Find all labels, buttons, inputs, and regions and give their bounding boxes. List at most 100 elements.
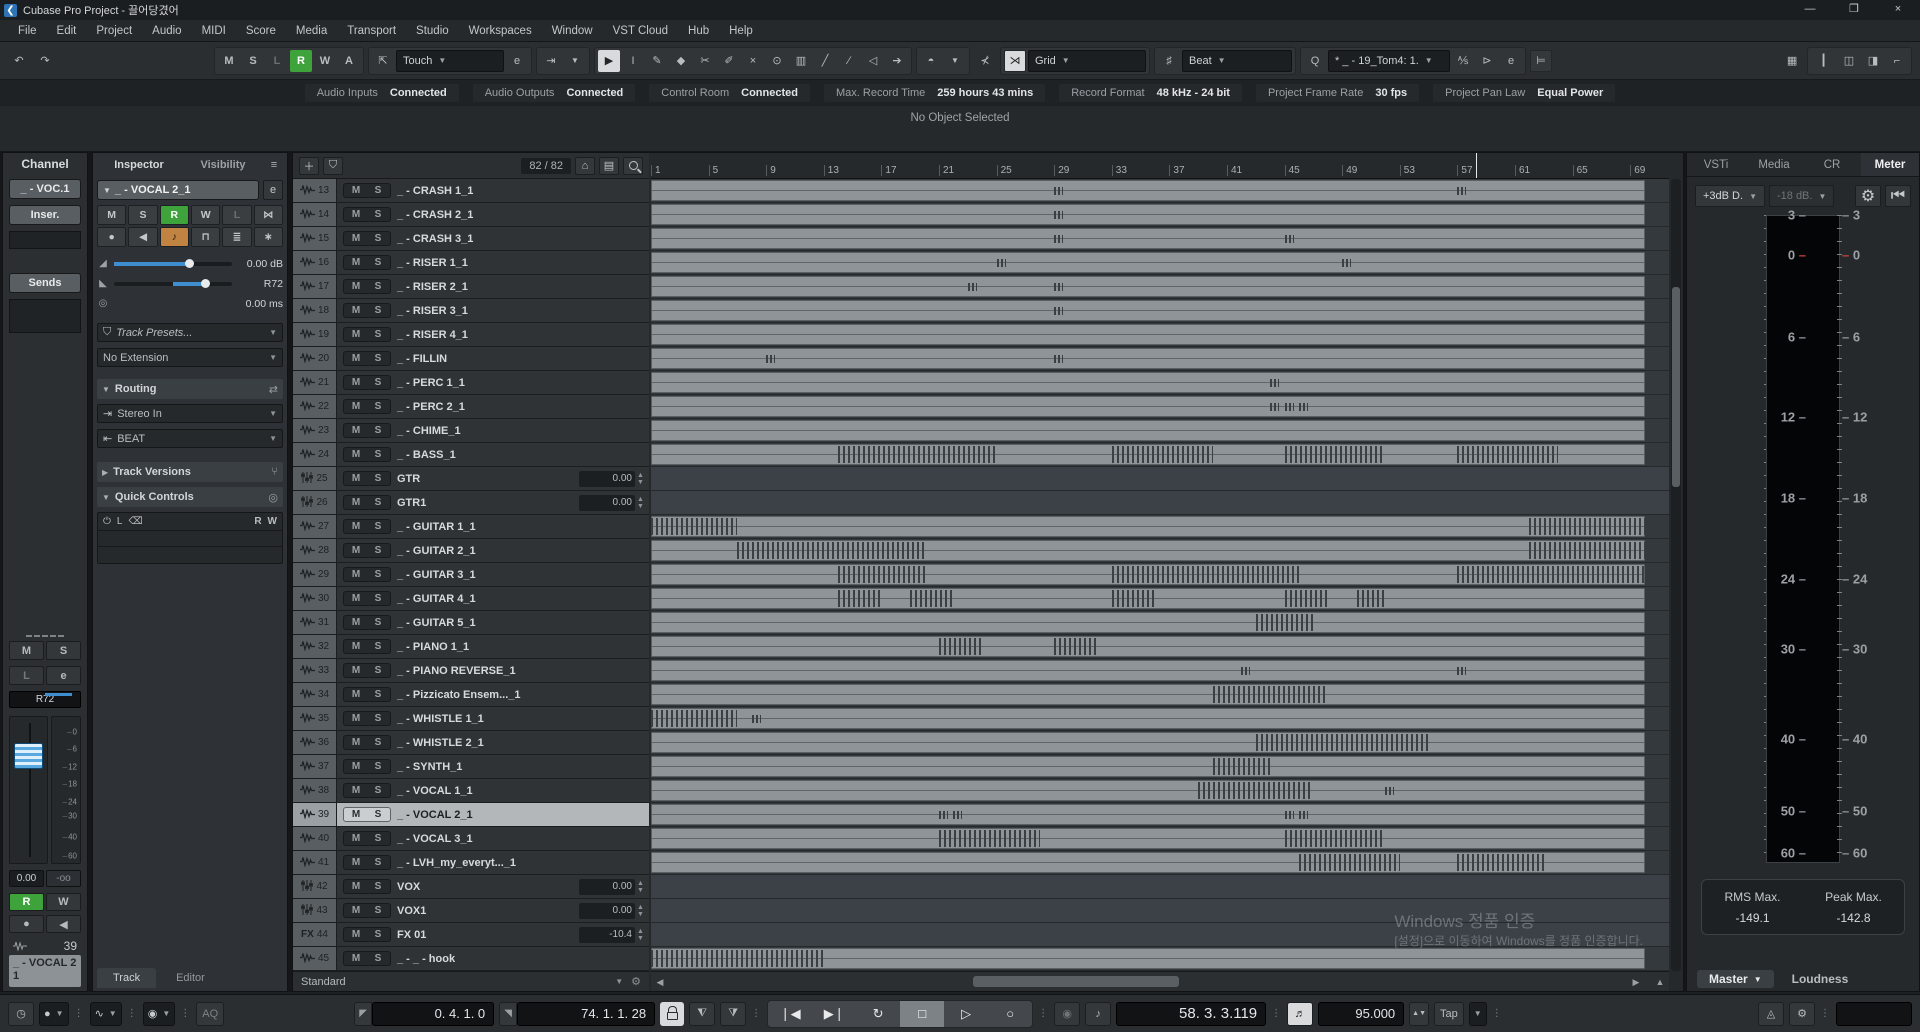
track-lane-14[interactable]	[651, 203, 1669, 227]
audio-event[interactable]	[651, 324, 1645, 345]
menu-transport[interactable]: Transport	[337, 20, 406, 42]
solo-button[interactable]: S	[368, 617, 388, 628]
routing-section-header[interactable]: ▼Routing ⇄	[97, 379, 283, 399]
audio-activity-group[interactable]: ∿▼	[90, 1002, 122, 1026]
color-tool-icon[interactable]: ◓	[920, 50, 942, 72]
inspector-menu-icon[interactable]: ≡	[265, 159, 283, 171]
audio-event[interactable]	[651, 804, 1645, 825]
audio-event[interactable]	[651, 780, 1645, 801]
quick-controls-header[interactable]: ▼Quick Controls ◎	[97, 487, 283, 507]
audio-event[interactable]	[651, 180, 1645, 201]
solo-button[interactable]: S	[368, 497, 388, 508]
automation-s-button[interactable]: S	[242, 50, 264, 72]
track-lane-30[interactable]	[651, 587, 1669, 611]
audio-event[interactable]	[651, 372, 1645, 393]
mute-button[interactable]: M	[346, 593, 366, 604]
inspector-record-enable-button[interactable]: ●	[97, 227, 126, 247]
channel-record-button[interactable]: ●	[9, 915, 44, 933]
stop-button[interactable]: □	[900, 1000, 944, 1028]
go-to-previous-marker-button[interactable]: ❘◀	[768, 1000, 812, 1028]
track-name[interactable]: _ - FILLIN	[397, 353, 649, 365]
maximize-button[interactable]: ❐	[1832, 0, 1876, 20]
channel-mute-button[interactable]: M	[9, 641, 44, 660]
close-button[interactable]: ×	[1876, 0, 1920, 20]
tempo-value[interactable]: 95.000	[1318, 1002, 1404, 1026]
inspector-listen-button[interactable]: L	[222, 205, 251, 225]
audio-event[interactable]	[651, 660, 1645, 681]
metronome-icon[interactable]: ◬	[1758, 1002, 1784, 1026]
mute-button[interactable]: M	[346, 761, 366, 772]
track-name[interactable]: _ - GUITAR 4_1	[397, 593, 649, 605]
track-row-17[interactable]: 17MS_ - RISER 2_1	[293, 275, 649, 299]
solo-button[interactable]: S	[368, 425, 388, 436]
mute-button[interactable]: M	[346, 881, 366, 892]
solo-button[interactable]: S	[368, 833, 388, 844]
insert-slot[interactable]	[9, 231, 81, 249]
mute-button[interactable]: M	[346, 785, 366, 796]
audio-event[interactable]	[651, 516, 1645, 537]
audio-event[interactable]	[651, 204, 1645, 225]
solo-button[interactable]: S	[368, 233, 388, 244]
solo-button[interactable]: S	[368, 737, 388, 748]
track-row-13[interactable]: 13MS_ - CRASH 1_1	[293, 179, 649, 203]
track-lane-25[interactable]	[651, 467, 1669, 491]
time-warp-tool-icon[interactable]: ╱	[814, 50, 836, 72]
track-name[interactable]: _ - GUITAR 2_1	[397, 545, 649, 557]
play-button[interactable]: ▷	[944, 1000, 988, 1028]
timeline-ruler[interactable]: 159131721252933374145495357616569	[651, 153, 1669, 179]
mute-button[interactable]: M	[346, 737, 366, 748]
edit-channel-settings-icon[interactable]: e	[263, 180, 283, 200]
meter-scale-select[interactable]: +3dB D.▼	[1695, 185, 1765, 207]
solo-button[interactable]: S	[368, 641, 388, 652]
track-name[interactable]: _ - CRASH 3_1	[397, 233, 649, 245]
track-lane-21[interactable]	[651, 371, 1669, 395]
tab-track[interactable]: Track	[97, 968, 156, 988]
track-lane-37[interactable]	[651, 755, 1669, 779]
track-name[interactable]: _ - RISER 1_1	[397, 257, 649, 269]
value-stepper[interactable]: ▲▼	[637, 904, 645, 918]
track-row-39[interactable]: 39MS_ - VOCAL 2_1	[293, 803, 649, 827]
track-filter-icon[interactable]: ▤	[599, 157, 619, 175]
mute-button[interactable]: M	[346, 353, 366, 364]
menu-score[interactable]: Score	[236, 20, 286, 42]
channel-solo-button[interactable]: S	[46, 641, 81, 660]
automation-a-button[interactable]: A	[338, 50, 360, 72]
qc-trash-icon[interactable]: ⌫	[128, 516, 142, 527]
menu-hub[interactable]: Hub	[678, 20, 719, 42]
track-name[interactable]: GTR1	[397, 497, 579, 509]
divider-flag-icon[interactable]: ⊨	[1530, 50, 1552, 72]
automation-l-button[interactable]: L	[266, 50, 288, 72]
midi-activity-group[interactable]: ◉▼	[143, 1002, 176, 1026]
solo-button[interactable]: S	[368, 857, 388, 868]
setup-toolbar-icon[interactable]: ▦	[1781, 50, 1803, 72]
automation-r-button[interactable]: R	[290, 50, 312, 72]
track-lane-26[interactable]	[651, 491, 1669, 515]
preset-dropdown-icon[interactable]: ▼	[615, 977, 623, 986]
fader-handle[interactable]	[14, 743, 43, 769]
track-row-36[interactable]: 36MS_ - WHISTLE 2_1	[293, 731, 649, 755]
inspector-mute-button[interactable]: M	[97, 205, 126, 225]
track-row-34[interactable]: 34MS_ - Pizzicato Ensem..._1	[293, 683, 649, 707]
track-name[interactable]: _ - VOCAL 2_1	[397, 809, 649, 821]
solo-button[interactable]: S	[368, 713, 388, 724]
inspector-monitor-button[interactable]: ◀	[128, 227, 157, 247]
status-audio-inputs[interactable]: Audio InputsConnected	[305, 84, 459, 102]
meter-settings-gear-icon[interactable]: ⚙	[1855, 185, 1881, 207]
track-row-42[interactable]: 42MSVOX0.00▲▼	[293, 875, 649, 899]
iterative-quantize-icon[interactable]: ⅍	[1452, 50, 1474, 72]
track-row-23[interactable]: 23MS_ - CHIME_1	[293, 419, 649, 443]
track-name[interactable]: _ - GUITAR 1_1	[397, 521, 649, 533]
track-volume-value[interactable]: 0.00	[579, 879, 635, 895]
track-presets-select[interactable]: ⛉ Track Presets...▼	[97, 323, 283, 342]
qc-slot[interactable]	[98, 531, 282, 547]
go-to-next-marker-button[interactable]: ▶❘	[812, 1000, 856, 1028]
track-lane-20[interactable]	[651, 347, 1669, 371]
channel-fader[interactable]	[9, 716, 48, 864]
solo-button[interactable]: S	[368, 593, 388, 604]
grid-type-select[interactable]: Beat▼	[1182, 50, 1292, 72]
right-tab-media[interactable]: Media	[1745, 153, 1803, 176]
mute-button[interactable]: M	[346, 497, 366, 508]
solo-button[interactable]: S	[368, 281, 388, 292]
channel-level-value[interactable]: 0.00	[9, 870, 44, 887]
tab-loudness[interactable]: Loudness	[1792, 972, 1849, 986]
